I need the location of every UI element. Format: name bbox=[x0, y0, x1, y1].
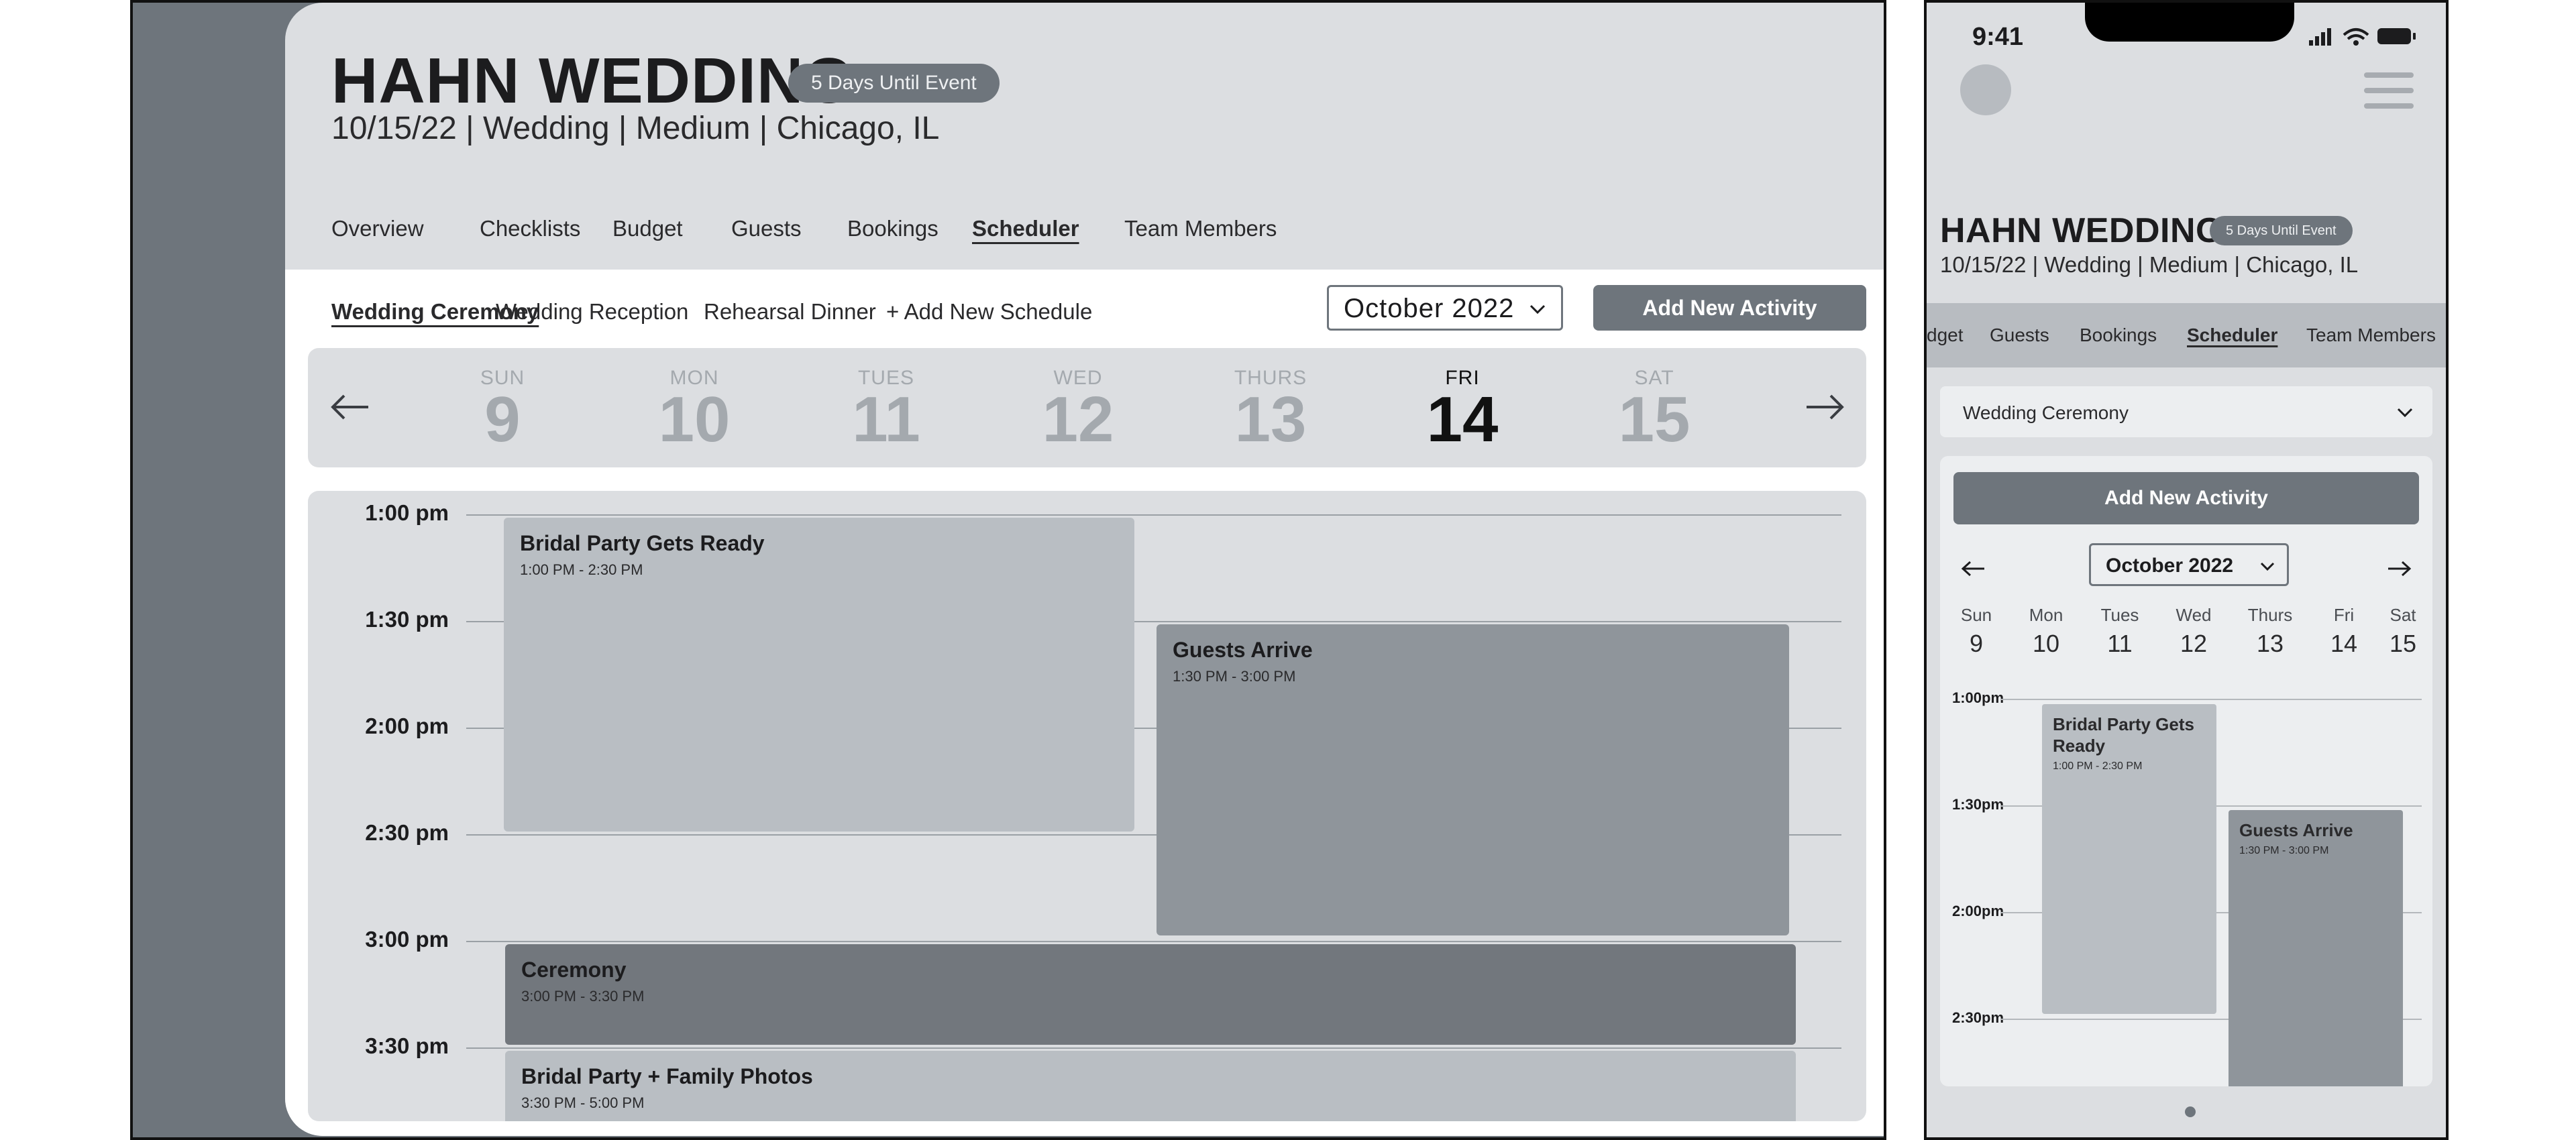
page-indicator-dot[interactable] bbox=[2185, 1106, 2196, 1117]
mobile-time-label: 1:30pm bbox=[1952, 796, 2004, 813]
schedule-tab-rehearsal-dinner[interactable]: Rehearsal Dinner bbox=[704, 299, 876, 325]
month-select-label: October 2022 bbox=[1344, 294, 1515, 323]
mobile-day-sun[interactable]: Sun 9 bbox=[1949, 605, 2003, 658]
arrow-right-icon[interactable] bbox=[2385, 555, 2412, 582]
mobile-day-wed[interactable]: Wed 12 bbox=[2167, 605, 2220, 658]
day-sun[interactable]: SUN 9 bbox=[429, 367, 576, 452]
tab-checklists[interactable]: Checklists bbox=[480, 216, 580, 241]
event-bridal-party-family-photos[interactable]: Bridal Party + Family Photos 3:30 PM - 5… bbox=[505, 1051, 1796, 1121]
day-wed[interactable]: WED 12 bbox=[1004, 367, 1152, 452]
add-new-schedule-link[interactable]: + Add New Schedule bbox=[886, 299, 1092, 325]
event-bridal-party-gets-ready[interactable]: Bridal Party Gets Ready 1:00 PM - 2:30 P… bbox=[504, 518, 1134, 832]
arrow-right-icon[interactable] bbox=[1803, 385, 1847, 429]
status-time: 9:41 bbox=[1972, 23, 2024, 51]
hour-line bbox=[466, 1047, 1841, 1049]
mobile-month-select-label: October 2022 bbox=[2106, 555, 2234, 577]
mobile-time-label: 1:00pm bbox=[1952, 689, 2004, 706]
event-meta: 10/15/22 | Wedding | Medium | Chicago, I… bbox=[331, 111, 940, 146]
desktop-mockup: HAHN WEDDING 5 Days Until Event 10/15/22… bbox=[130, 0, 1886, 1140]
day-mon[interactable]: MON 10 bbox=[621, 367, 768, 452]
chevron-down-icon bbox=[2260, 562, 2275, 571]
mobile-day-fri[interactable]: Fri 14 bbox=[2317, 605, 2371, 658]
mobile-tab-bar: dget Guests Bookings Scheduler Team Memb… bbox=[1927, 303, 2446, 367]
day-calendar: 1:00 pm 1:30 pm 2:00 pm 2:30 pm 3:00 pm … bbox=[308, 491, 1866, 1121]
month-select[interactable]: October 2022 bbox=[1327, 285, 1563, 331]
time-label: 1:00 pm bbox=[365, 500, 449, 525]
time-label: 2:30 pm bbox=[365, 820, 449, 845]
event-panel: HAHN WEDDING 5 Days Until Event 10/15/22… bbox=[285, 3, 1884, 1136]
day-tues[interactable]: TUES 11 bbox=[812, 367, 960, 452]
avatar[interactable] bbox=[1960, 64, 2011, 115]
chevron-down-icon bbox=[1529, 304, 1546, 315]
mobile-month-select[interactable]: October 2022 bbox=[2089, 543, 2289, 586]
tab-bookings[interactable]: Bookings bbox=[847, 216, 938, 241]
mobile-event-meta: 10/15/22 | Wedding | Medium | Chicago, I… bbox=[1940, 252, 2359, 277]
mobile-event-title: HAHN WEDDING bbox=[1940, 211, 2223, 250]
tab-overview[interactable]: Overview bbox=[331, 216, 424, 241]
mobile-mockup: 9:41 HAHN WEDDING 5 Days Until Event 10/… bbox=[1924, 0, 2449, 1140]
hour-line bbox=[466, 514, 1841, 516]
arrow-left-icon[interactable] bbox=[1960, 555, 1987, 582]
phone-notch bbox=[2085, 3, 2294, 42]
mobile-tab-team-members[interactable]: Team Members bbox=[2306, 325, 2436, 346]
mobile-day-thurs[interactable]: Thurs 13 bbox=[2243, 605, 2297, 658]
day-fri-today[interactable]: FRI 14 bbox=[1389, 367, 1536, 452]
mobile-time-label: 2:30pm bbox=[1952, 1009, 2004, 1026]
mobile-add-new-activity-button[interactable]: Add New Activity bbox=[1953, 472, 2419, 524]
event-ceremony[interactable]: Ceremony 3:00 PM - 3:30 PM bbox=[505, 944, 1796, 1045]
tab-scheduler[interactable]: Scheduler bbox=[972, 216, 1079, 241]
schedule-select[interactable]: Wedding Ceremony bbox=[1940, 386, 2432, 437]
schedule-tab-wedding-reception[interactable]: Wedding Reception bbox=[496, 299, 688, 325]
tab-budget[interactable]: Budget bbox=[612, 216, 683, 241]
time-label: 3:30 pm bbox=[365, 1033, 449, 1058]
chevron-down-icon bbox=[2397, 408, 2413, 418]
day-thurs[interactable]: THURS 13 bbox=[1197, 367, 1344, 452]
week-strip: SUN 9 MON 10 TUES 11 WED 12 THURS 13 FRI 14 SA… bbox=[308, 348, 1866, 467]
time-label: 3:00 pm bbox=[365, 927, 449, 952]
event-title: HAHN WEDDING bbox=[331, 45, 855, 117]
event-guests-arrive[interactable]: Guests Arrive 1:30 PM - 3:00 PM bbox=[1157, 624, 1789, 935]
tab-team-members[interactable]: Team Members bbox=[1124, 216, 1277, 241]
mobile-calendar-card: Add New Activity October 2022 Sun 9 Mon 10… bbox=[1940, 456, 2432, 1086]
schedule-select-label: Wedding Ceremony bbox=[1963, 402, 2129, 423]
mobile-days-until-badge: 5 Days Until Event bbox=[2210, 216, 2353, 245]
add-new-activity-button[interactable]: Add New Activity bbox=[1593, 285, 1866, 331]
day-sat[interactable]: SAT 15 bbox=[1580, 367, 1728, 452]
mobile-event-guests-arrive[interactable]: Guests Arrive 1:30 PM - 3:00 PM bbox=[2229, 810, 2403, 1086]
mobile-time-label: 2:00pm bbox=[1952, 903, 2004, 919]
hamburger-menu-icon[interactable] bbox=[2364, 71, 2414, 110]
hour-line bbox=[466, 941, 1841, 942]
days-until-badge: 5 Days Until Event bbox=[788, 64, 1000, 103]
mobile-tab-guests[interactable]: Guests bbox=[1990, 325, 2049, 346]
tab-guests[interactable]: Guests bbox=[731, 216, 802, 241]
time-label: 2:00 pm bbox=[365, 714, 449, 738]
mobile-tab-budget[interactable]: dget bbox=[1927, 325, 1964, 346]
mobile-hour-line bbox=[2000, 699, 2422, 700]
time-label: 1:30 pm bbox=[365, 607, 449, 632]
mobile-tab-scheduler[interactable]: Scheduler bbox=[2187, 325, 2277, 346]
mobile-day-mon[interactable]: Mon 10 bbox=[2019, 605, 2073, 658]
status-bar-icons bbox=[2309, 28, 2416, 46]
mobile-event-bridal-party-gets-ready[interactable]: Bridal Party Gets Ready 1:00 PM - 2:30 P… bbox=[2042, 704, 2216, 1014]
mobile-day-tues[interactable]: Tues 11 bbox=[2093, 605, 2147, 658]
mobile-tab-bookings[interactable]: Bookings bbox=[2080, 325, 2157, 346]
arrow-left-icon[interactable] bbox=[328, 385, 372, 429]
mobile-day-sat[interactable]: Sat 15 bbox=[2376, 605, 2430, 658]
